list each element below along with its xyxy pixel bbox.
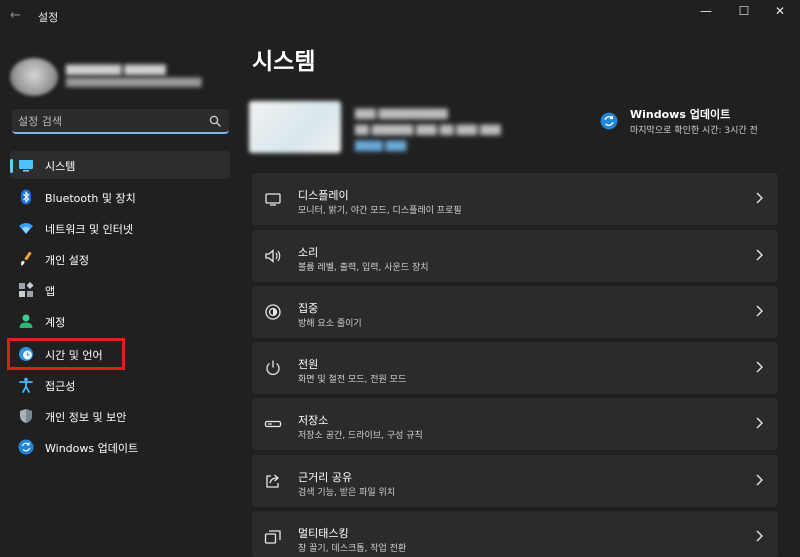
back-arrow-icon[interactable]: ←: [10, 8, 21, 23]
focus-icon: [265, 304, 281, 320]
update-icon: [600, 112, 618, 130]
profile-email-redacted: ██████████████████████: [66, 78, 202, 87]
chevron-right-icon: [756, 361, 763, 373]
share-icon: [266, 474, 279, 488]
device-name-redacted: ███ ██████████: [355, 110, 448, 120]
card-storage[interactable]: 저장소 저장소 공간, 드라이브, 구성 규칙: [252, 398, 778, 450]
card-nearby-share[interactable]: 근거리 공유 검색 기능, 받은 파일 위치: [252, 455, 778, 507]
highlight-annotation: [7, 338, 125, 370]
bluetooth-icon: [21, 189, 31, 205]
user-profile[interactable]: ████████ ██████ ██████████████████████: [10, 56, 230, 98]
close-button[interactable]: ✕: [768, 4, 792, 18]
sidebar-item-windows-update[interactable]: Windows 업데이트: [10, 433, 230, 461]
card-focus[interactable]: 집중 방해 요소 줄이기: [252, 286, 778, 338]
sidebar-item-apps[interactable]: 앱: [10, 276, 230, 304]
shield-icon: [20, 409, 32, 423]
card-subtitle: 모니터, 밝기, 야간 모드, 디스플레이 프로필: [298, 206, 462, 216]
device-thumbnail: [249, 101, 341, 153]
multitask-icon: [264, 530, 281, 544]
sidebar-item-system[interactable]: 시스템: [10, 151, 230, 179]
card-power[interactable]: 전원 화면 및 절전 모드, 전원 모드: [252, 342, 778, 394]
active-indicator: [10, 159, 13, 173]
sidebar-item-label: 개인 설정: [45, 254, 89, 267]
ghost-text: · · ·: [12, 36, 27, 46]
card-title: 근거리 공유: [298, 471, 353, 484]
sidebar-item-network[interactable]: 네트워크 및 인터넷: [10, 214, 230, 242]
storage-icon: [264, 420, 282, 428]
card-subtitle: 볼륨 레벨, 출력, 입력, 사운드 장치: [298, 263, 429, 273]
sidebar-item-label: 앱: [45, 285, 56, 298]
device-model-redacted: ██ ██████ ███ ██ ███ ███: [355, 126, 501, 136]
sidebar-item-bluetooth[interactable]: Bluetooth 및 장치: [10, 183, 230, 211]
card-title: 디스플레이: [298, 189, 349, 202]
speaker-icon: [265, 249, 281, 263]
card-title: 집중: [298, 302, 319, 315]
display-icon: [265, 193, 281, 206]
search-input[interactable]: [18, 112, 198, 130]
power-icon: [266, 360, 280, 375]
card-title: 멀티태스킹: [298, 527, 349, 540]
card-sound[interactable]: 소리 볼륨 레벨, 출력, 입력, 사운드 장치: [252, 230, 778, 282]
sidebar-item-label: Bluetooth 및 장치: [45, 192, 136, 205]
sidebar-item-label: 네트워크 및 인터넷: [45, 223, 133, 236]
wifi-icon: [19, 223, 33, 234]
card-multitasking[interactable]: 멀티태스킹 창 끌기, 데스크톱, 작업 전환: [252, 511, 778, 557]
maximize-button[interactable]: ☐: [732, 4, 756, 18]
card-subtitle: 창 끌기, 데스크톱, 작업 전환: [298, 544, 407, 554]
search-icon[interactable]: [209, 115, 221, 127]
sidebar-item-label: 개인 정보 및 보안: [45, 411, 127, 424]
card-subtitle: 방해 요소 줄이기: [298, 319, 362, 329]
card-title: 전원: [298, 358, 319, 371]
update-icon: [18, 439, 34, 455]
sidebar-item-label: 접근성: [45, 380, 76, 393]
minimize-button[interactable]: —: [694, 4, 718, 18]
device-rename-redacted[interactable]: ████ ███: [355, 142, 406, 152]
sidebar-item-label: 계정: [45, 316, 66, 329]
title-bar: ← 설정 — ☐ ✕: [0, 0, 800, 32]
sidebar-item-personalization[interactable]: 개인 설정: [10, 245, 230, 273]
windows-update-title[interactable]: Windows 업데이트: [630, 106, 730, 122]
sidebar-item-privacy[interactable]: 개인 정보 및 보안: [10, 402, 230, 430]
windows-update-status: 마지막으로 확인한 시간: 3시간 전: [630, 126, 758, 136]
sidebar-item-accessibility[interactable]: 접근성: [10, 371, 230, 399]
sidebar-item-label: 시스템: [45, 160, 76, 173]
monitor-icon: [19, 160, 33, 172]
chevron-right-icon: [756, 249, 763, 261]
apps-icon: [19, 282, 34, 297]
card-display[interactable]: 디스플레이 모니터, 밝기, 야간 모드, 디스플레이 프로필: [252, 173, 778, 225]
avatar: [10, 58, 58, 96]
chevron-right-icon: [756, 530, 763, 542]
brush-icon: [21, 251, 32, 266]
sidebar-item-accounts[interactable]: 계정: [10, 307, 230, 335]
card-subtitle: 화면 및 절전 모드, 전원 모드: [298, 375, 407, 385]
chevron-right-icon: [756, 417, 763, 429]
search-box[interactable]: [12, 109, 229, 134]
card-subtitle: 저장소 공간, 드라이브, 구성 규칙: [298, 431, 423, 441]
page-title: 시스템: [252, 49, 316, 75]
profile-name-redacted: ████████ ██████: [66, 66, 166, 76]
app-title: 설정: [38, 11, 59, 24]
card-title: 소리: [298, 246, 319, 259]
chevron-right-icon: [756, 305, 763, 317]
accessibility-icon: [19, 377, 33, 393]
card-subtitle: 검색 기능, 받은 파일 위치: [298, 488, 396, 498]
chevron-right-icon: [756, 474, 763, 486]
card-title: 저장소: [298, 414, 329, 427]
chevron-right-icon: [756, 192, 763, 204]
sidebar-item-label: Windows 업데이트: [45, 442, 139, 455]
person-icon: [19, 314, 33, 328]
